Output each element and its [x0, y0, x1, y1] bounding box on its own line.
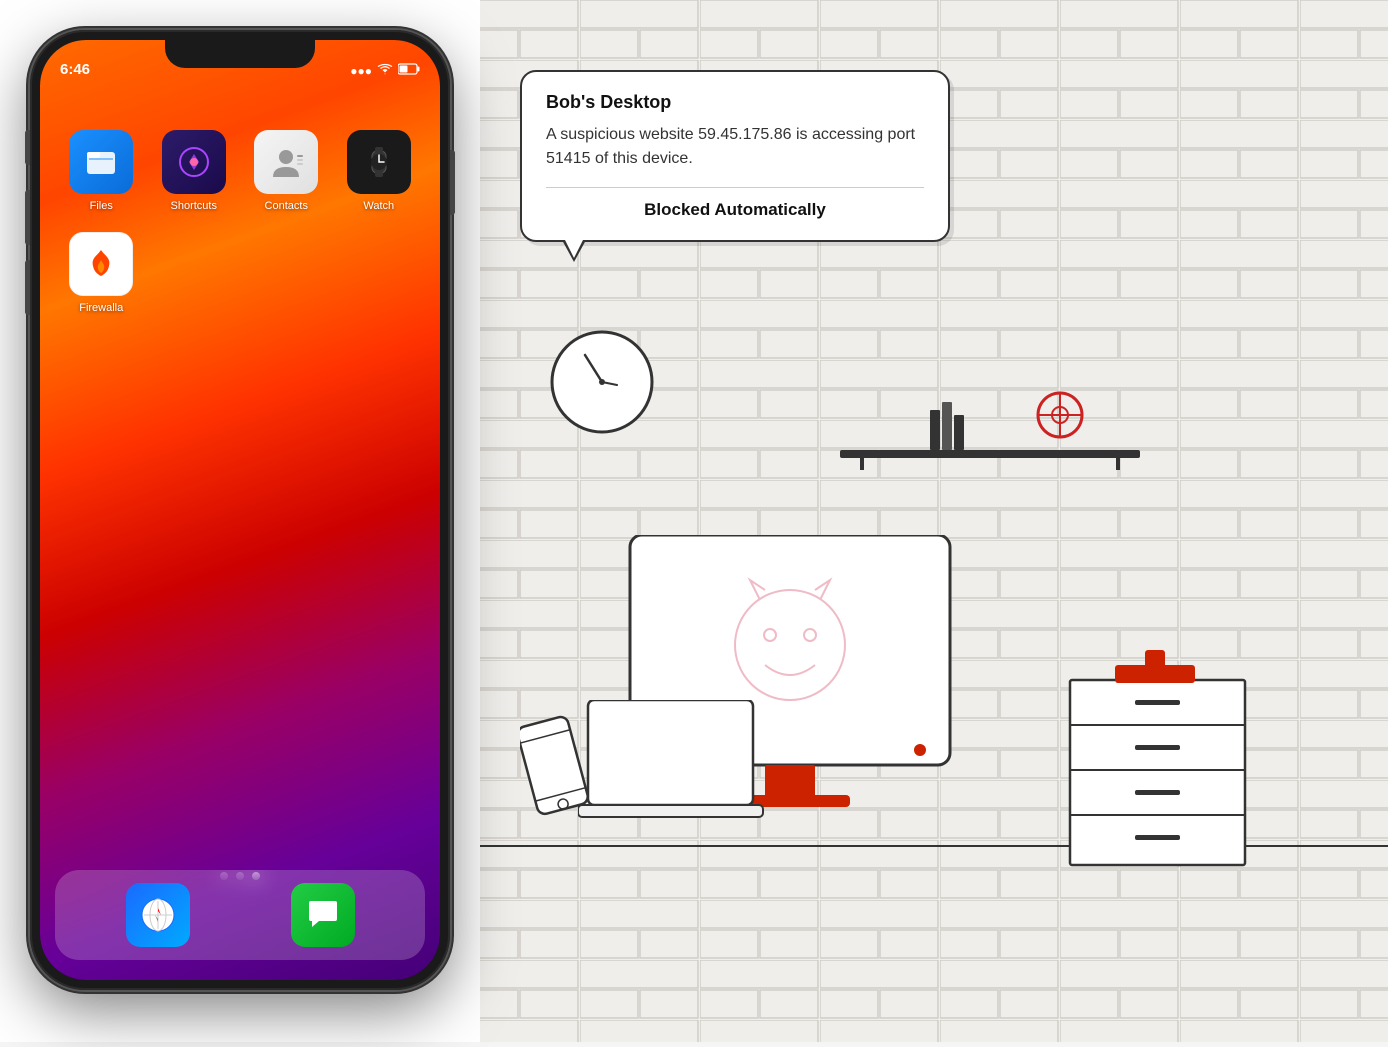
watch-label: Watch: [363, 200, 394, 212]
bubble-divider: [546, 187, 924, 188]
notch: [165, 40, 315, 68]
mute-button: [25, 130, 30, 165]
iphone-frame: 6:46 ●●●: [30, 30, 450, 990]
bubble-body: A suspicious website 59.45.175.86 is acc…: [546, 123, 924, 171]
contacts-label: Contacts: [265, 200, 308, 212]
iphone: 6:46 ●●●: [30, 30, 450, 1010]
app-grid: Files Shortcuts: [40, 120, 440, 324]
status-time: 6:46: [60, 61, 90, 78]
files-label: Files: [90, 200, 113, 212]
laptop-illustration: [578, 700, 773, 820]
iphone-screen: 6:46 ●●●: [40, 40, 440, 980]
files-icon: [69, 130, 133, 194]
wifi-icon: [377, 63, 393, 78]
watch-icon: [347, 130, 411, 194]
app-item-firewalla[interactable]: Firewalla: [60, 232, 143, 314]
bubble-action: Blocked Automatically: [546, 200, 924, 220]
safari-dock-icon[interactable]: [126, 883, 190, 947]
signal-icon: ●●●: [350, 64, 372, 78]
dock: [55, 870, 425, 960]
app-item-watch[interactable]: Watch: [338, 130, 421, 212]
firewalla-label: Firewalla: [79, 302, 123, 314]
dresser-illustration: [1065, 650, 1255, 870]
app-item-files[interactable]: Files: [60, 130, 143, 212]
speech-bubble: Bob's Desktop A suspicious website 59.45…: [520, 70, 950, 242]
app-item-shortcuts[interactable]: Shortcuts: [153, 130, 236, 212]
messages-dock-icon[interactable]: [291, 883, 355, 947]
volume-down-button: [25, 260, 30, 315]
shelf-illustration: [840, 360, 1150, 470]
contacts-icon: [254, 130, 318, 194]
bubble-title: Bob's Desktop: [546, 92, 924, 113]
clock-illustration: [545, 325, 660, 440]
battery-icon: [398, 63, 420, 78]
app-item-contacts[interactable]: Contacts: [245, 130, 328, 212]
phone-prop-illustration: [520, 715, 590, 825]
firewalla-icon: [69, 232, 133, 296]
volume-up-button: [25, 190, 30, 245]
power-button: [450, 150, 455, 215]
status-icons: ●●●: [350, 63, 420, 78]
shortcuts-label: Shortcuts: [171, 200, 217, 212]
shortcuts-icon: [162, 130, 226, 194]
